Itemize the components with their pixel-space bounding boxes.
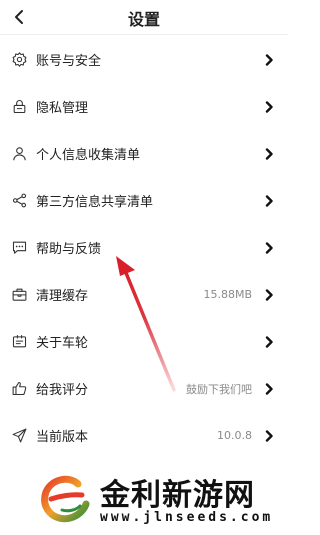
thumbs-up-icon <box>8 378 30 400</box>
chevron-right-icon <box>262 382 276 396</box>
chat-bubble-icon <box>8 237 30 259</box>
gear-icon <box>8 49 30 71</box>
lock-icon <box>8 96 30 118</box>
chevron-right-icon <box>262 335 276 349</box>
settings-item-value: 10.0.8 <box>217 429 252 442</box>
page-title: 设置 <box>127 10 160 29</box>
settings-item-rate-us[interactable]: 给我评分 鼓励下我们吧 <box>0 365 288 412</box>
settings-item-label: 帮助与反馈 <box>36 242 102 257</box>
settings-item-label: 关于车轮 <box>36 336 89 351</box>
settings-item-label: 账号与安全 <box>36 54 102 69</box>
settings-item-label: 隐私管理 <box>36 101 89 116</box>
info-card-icon <box>8 331 30 353</box>
settings-item-label: 第三方信息共享清单 <box>36 195 154 210</box>
chevron-right-icon <box>262 147 276 161</box>
settings-item-label: 当前版本 <box>36 430 89 445</box>
settings-item-help-feedback[interactable]: 帮助与反馈 <box>0 224 288 271</box>
settings-item-label: 给我评分 <box>36 383 89 398</box>
share-icon <box>8 190 30 212</box>
settings-item-version[interactable]: 当前版本 10.0.8 <box>0 412 288 459</box>
watermark: 金利新游网 www.jlnseeds.com <box>34 468 284 530</box>
chevron-right-icon <box>262 241 276 255</box>
watermark-name: 金利新游网 <box>100 478 255 513</box>
chevron-right-icon <box>262 100 276 114</box>
chevron-right-icon <box>262 288 276 302</box>
send-icon <box>8 425 30 447</box>
settings-item-third-party-sharing[interactable]: 第三方信息共享清单 <box>0 177 288 224</box>
settings-list: 账号与安全 隐私管理 个人信息收集清单 第三方信息共享清单 帮助与反馈 清理缓存… <box>0 36 288 459</box>
watermark-logo-icon <box>41 475 90 523</box>
settings-item-label: 清理缓存 <box>36 289 89 304</box>
chevron-right-icon <box>262 194 276 208</box>
settings-item-clear-cache[interactable]: 清理缓存 15.88MB <box>0 271 288 318</box>
settings-item-about[interactable]: 关于车轮 <box>0 318 288 365</box>
settings-item-label: 个人信息收集清单 <box>36 148 141 163</box>
person-icon <box>8 143 30 165</box>
watermark-url: www.jlnseeds.com <box>100 510 274 525</box>
chevron-right-icon <box>262 53 276 67</box>
header-bar: 设置 <box>0 0 288 35</box>
settings-item-value: 鼓励下我们吧 <box>186 382 252 396</box>
settings-item-value: 15.88MB <box>203 288 252 301</box>
toolbox-icon <box>8 284 30 306</box>
chevron-right-icon <box>262 429 276 443</box>
settings-item-personal-info[interactable]: 个人信息收集清单 <box>0 130 288 177</box>
settings-item-account-security[interactable]: 账号与安全 <box>0 36 288 83</box>
settings-item-privacy[interactable]: 隐私管理 <box>0 83 288 130</box>
